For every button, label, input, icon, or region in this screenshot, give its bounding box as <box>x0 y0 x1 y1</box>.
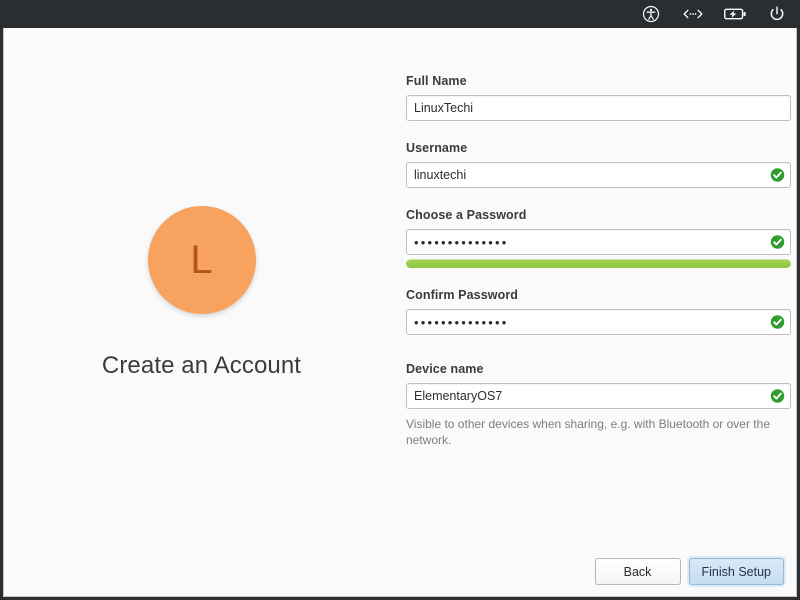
username-input-wrap: linuxtechi <box>406 162 791 188</box>
field-password: Choose a Password •••••••••••••• <box>406 208 791 268</box>
password-input[interactable]: •••••••••••••• <box>406 229 791 255</box>
full-name-label: Full Name <box>406 74 791 88</box>
field-device-name: Device name ElementaryOS7 Visible to oth… <box>406 362 791 448</box>
account-form: Full Name LinuxTechi Username linuxtechi <box>406 74 791 448</box>
confirm-password-label: Confirm Password <box>406 288 791 302</box>
field-full-name: Full Name LinuxTechi <box>406 74 791 121</box>
field-username: Username linuxtechi <box>406 141 791 188</box>
confirm-password-input-wrap: •••••••••••••• <box>406 309 791 335</box>
device-name-hint: Visible to other devices when sharing, e… <box>406 416 791 448</box>
device-name-input[interactable]: ElementaryOS7 <box>406 383 791 409</box>
password-strength-meter <box>406 259 791 268</box>
spacer <box>406 188 791 208</box>
username-input[interactable]: linuxtechi <box>406 162 791 188</box>
system-top-bar <box>0 0 800 28</box>
back-button[interactable]: Back <box>595 558 681 585</box>
page-title: Create an Account <box>102 352 301 380</box>
field-confirm-password: Confirm Password •••••••••••••• <box>406 288 791 335</box>
installer-screen: L Create an Account Full Name LinuxTechi… <box>0 0 800 600</box>
avatar-initial: L <box>190 240 212 280</box>
device-name-input-wrap: ElementaryOS7 <box>406 383 791 409</box>
valid-check-icon <box>770 315 785 330</box>
password-label: Choose a Password <box>406 208 791 222</box>
account-hero: L Create an Account <box>4 28 399 558</box>
avatar[interactable]: L <box>148 206 256 314</box>
finish-setup-button[interactable]: Finish Setup <box>689 558 784 585</box>
installer-window: L Create an Account Full Name LinuxTechi… <box>3 28 797 597</box>
spacer <box>406 268 791 288</box>
password-input-wrap: •••••••••••••• <box>406 229 791 255</box>
power-icon[interactable] <box>766 3 788 25</box>
confirm-password-input[interactable]: •••••••••••••• <box>406 309 791 335</box>
network-icon[interactable] <box>682 3 704 25</box>
spacer <box>406 335 791 362</box>
valid-check-icon <box>770 168 785 183</box>
device-name-label: Device name <box>406 362 791 376</box>
spacer <box>406 121 791 141</box>
valid-check-icon <box>770 389 785 404</box>
full-name-input[interactable]: LinuxTechi <box>406 95 791 121</box>
valid-check-icon <box>770 235 785 250</box>
username-label: Username <box>406 141 791 155</box>
password-strength-fill <box>406 259 791 268</box>
full-name-input-wrap: LinuxTechi <box>406 95 791 121</box>
accessibility-icon[interactable] <box>640 3 662 25</box>
battery-charging-icon[interactable] <box>724 3 746 25</box>
footer-buttons: Back Finish Setup <box>595 558 784 585</box>
